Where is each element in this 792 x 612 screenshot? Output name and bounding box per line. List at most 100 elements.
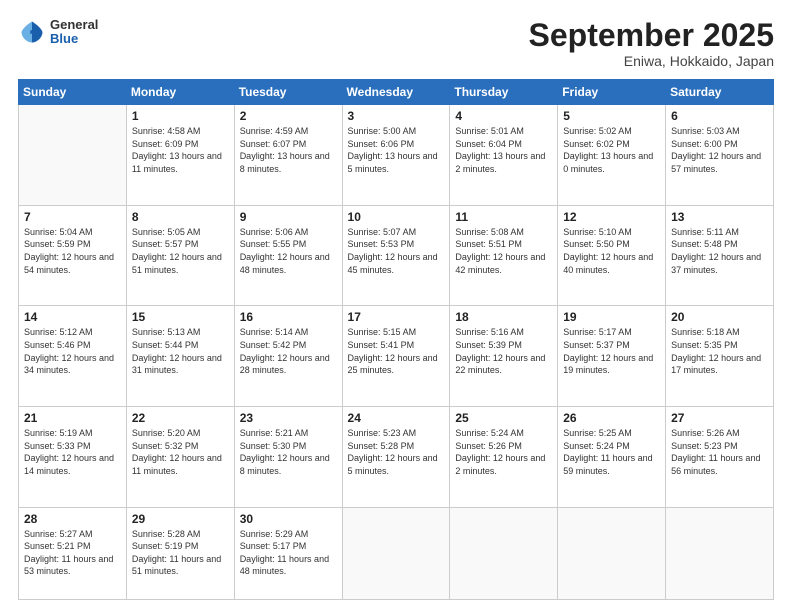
day-number: 2 — [240, 109, 337, 123]
calendar-cell: 24 Sunrise: 5:23 AMSunset: 5:28 PMDayligh… — [342, 406, 450, 507]
calendar-cell: 26 Sunrise: 5:25 AMSunset: 5:24 PMDayligh… — [558, 406, 666, 507]
calendar-cell: 20 Sunrise: 5:18 AMSunset: 5:35 PMDayligh… — [666, 306, 774, 407]
day-number: 3 — [348, 109, 445, 123]
day-info: Sunrise: 5:11 AMSunset: 5:48 PMDaylight:… — [671, 226, 768, 276]
calendar-cell: 15 Sunrise: 5:13 AMSunset: 5:44 PMDayligh… — [126, 306, 234, 407]
day-number: 27 — [671, 411, 768, 425]
day-info: Sunrise: 5:23 AMSunset: 5:28 PMDaylight:… — [348, 427, 445, 477]
calendar-cell: 23 Sunrise: 5:21 AMSunset: 5:30 PMDayligh… — [234, 406, 342, 507]
calendar-cell — [558, 507, 666, 600]
calendar-cell: 12Sunrise: 5:10 AMSunset: 5:50 PMDayligh… — [558, 205, 666, 306]
weekday-header-tuesday: Tuesday — [234, 80, 342, 105]
day-number: 21 — [24, 411, 121, 425]
day-number: 10 — [348, 210, 445, 224]
day-number: 13 — [671, 210, 768, 224]
calendar-cell: 18Sunrise: 5:16 AMSunset: 5:39 PMDayligh… — [450, 306, 558, 407]
day-info: Sunrise: 5:24 AMSunset: 5:26 PMDaylight:… — [455, 427, 552, 477]
day-number: 8 — [132, 210, 229, 224]
day-info: Sunrise: 4:58 AMSunset: 6:09 PMDaylight:… — [132, 125, 229, 175]
day-info: Sunrise: 5:01 AMSunset: 6:04 PMDaylight:… — [455, 125, 552, 175]
header: General Blue September 2025 Eniwa, Hokka… — [18, 18, 774, 69]
calendar-cell: 27Sunrise: 5:26 AMSunset: 5:23 PMDayligh… — [666, 406, 774, 507]
day-number: 6 — [671, 109, 768, 123]
calendar-cell — [342, 507, 450, 600]
day-number: 16 — [240, 310, 337, 324]
week-row-5: 28 Sunrise: 5:27 AMSunset: 5:21 PMDayligh… — [19, 507, 774, 600]
day-info: Sunrise: 5:00 AMSunset: 6:06 PMDaylight:… — [348, 125, 445, 175]
day-info: Sunrise: 5:12 AMSunset: 5:46 PMDaylight:… — [24, 326, 121, 376]
calendar-table: SundayMondayTuesdayWednesdayThursdayFrid… — [18, 79, 774, 600]
day-number: 19 — [563, 310, 660, 324]
week-row-3: 14 Sunrise: 5:12 AMSunset: 5:46 PMDayligh… — [19, 306, 774, 407]
weekday-header-saturday: Saturday — [666, 80, 774, 105]
day-number: 23 — [240, 411, 337, 425]
calendar-cell: 14 Sunrise: 5:12 AMSunset: 5:46 PMDayligh… — [19, 306, 127, 407]
weekday-header-thursday: Thursday — [450, 80, 558, 105]
day-number: 14 — [24, 310, 121, 324]
calendar-cell: 7 Sunrise: 5:04 AMSunset: 5:59 PMDaylight… — [19, 205, 127, 306]
title-block: September 2025 Eniwa, Hokkaido, Japan — [529, 18, 774, 69]
logo-general-text: General — [50, 18, 98, 32]
calendar-cell: 5Sunrise: 5:02 AMSunset: 6:02 PMDaylight… — [558, 105, 666, 206]
calendar-cell — [19, 105, 127, 206]
day-number: 30 — [240, 512, 337, 526]
day-number: 7 — [24, 210, 121, 224]
day-info: Sunrise: 5:19 AMSunset: 5:33 PMDaylight:… — [24, 427, 121, 477]
day-number: 25 — [455, 411, 552, 425]
day-info: Sunrise: 5:13 AMSunset: 5:44 PMDaylight:… — [132, 326, 229, 376]
day-number: 20 — [671, 310, 768, 324]
day-info: Sunrise: 5:07 AMSunset: 5:53 PMDaylight:… — [348, 226, 445, 276]
day-info: Sunrise: 5:17 AMSunset: 5:37 PMDaylight:… — [563, 326, 660, 376]
day-info: Sunrise: 4:59 AMSunset: 6:07 PMDaylight:… — [240, 125, 337, 175]
calendar-cell: 10 Sunrise: 5:07 AMSunset: 5:53 PMDayligh… — [342, 205, 450, 306]
day-info: Sunrise: 5:18 AMSunset: 5:35 PMDaylight:… — [671, 326, 768, 376]
day-number: 15 — [132, 310, 229, 324]
day-number: 4 — [455, 109, 552, 123]
week-row-4: 21 Sunrise: 5:19 AMSunset: 5:33 PMDayligh… — [19, 406, 774, 507]
day-info: Sunrise: 5:20 AMSunset: 5:32 PMDaylight:… — [132, 427, 229, 477]
calendar-cell: 25 Sunrise: 5:24 AMSunset: 5:26 PMDayligh… — [450, 406, 558, 507]
calendar-cell: 8 Sunrise: 5:05 AMSunset: 5:57 PMDaylight… — [126, 205, 234, 306]
calendar-cell: 2 Sunrise: 4:59 AMSunset: 6:07 PMDaylight… — [234, 105, 342, 206]
day-info: Sunrise: 5:04 AMSunset: 5:59 PMDaylight:… — [24, 226, 121, 276]
logo-text: General Blue — [50, 18, 98, 47]
calendar-cell: 9Sunrise: 5:06 AMSunset: 5:55 PMDaylight… — [234, 205, 342, 306]
calendar-cell: 30Sunrise: 5:29 AMSunset: 5:17 PMDayligh… — [234, 507, 342, 600]
weekday-header-wednesday: Wednesday — [342, 80, 450, 105]
day-info: Sunrise: 5:05 AMSunset: 5:57 PMDaylight:… — [132, 226, 229, 276]
day-number: 1 — [132, 109, 229, 123]
day-info: Sunrise: 5:27 AMSunset: 5:21 PMDaylight:… — [24, 528, 121, 578]
calendar-cell: 1 Sunrise: 4:58 AMSunset: 6:09 PMDaylight… — [126, 105, 234, 206]
day-info: Sunrise: 5:02 AMSunset: 6:02 PMDaylight:… — [563, 125, 660, 175]
day-info: Sunrise: 5:15 AMSunset: 5:41 PMDaylight:… — [348, 326, 445, 376]
day-number: 12 — [563, 210, 660, 224]
logo-blue-text: Blue — [50, 32, 98, 46]
week-row-1: 1 Sunrise: 4:58 AMSunset: 6:09 PMDaylight… — [19, 105, 774, 206]
page: General Blue September 2025 Eniwa, Hokka… — [0, 0, 792, 612]
day-info: Sunrise: 5:21 AMSunset: 5:30 PMDaylight:… — [240, 427, 337, 477]
day-info: Sunrise: 5:14 AMSunset: 5:42 PMDaylight:… — [240, 326, 337, 376]
day-number: 18 — [455, 310, 552, 324]
day-number: 17 — [348, 310, 445, 324]
day-number: 29 — [132, 512, 229, 526]
calendar-cell: 29Sunrise: 5:28 AMSunset: 5:19 PMDayligh… — [126, 507, 234, 600]
month-title: September 2025 — [529, 18, 774, 53]
calendar-cell: 16 Sunrise: 5:14 AMSunset: 5:42 PMDayligh… — [234, 306, 342, 407]
location-subtitle: Eniwa, Hokkaido, Japan — [529, 53, 774, 69]
calendar-cell: 17 Sunrise: 5:15 AMSunset: 5:41 PMDayligh… — [342, 306, 450, 407]
day-number: 24 — [348, 411, 445, 425]
day-number: 22 — [132, 411, 229, 425]
logo: General Blue — [18, 18, 98, 47]
logo-icon — [18, 18, 46, 46]
calendar-cell: 6Sunrise: 5:03 AMSunset: 6:00 PMDaylight… — [666, 105, 774, 206]
day-info: Sunrise: 5:25 AMSunset: 5:24 PMDaylight:… — [563, 427, 660, 477]
calendar-cell — [450, 507, 558, 600]
weekday-header-monday: Monday — [126, 80, 234, 105]
day-number: 28 — [24, 512, 121, 526]
calendar-cell: 4 Sunrise: 5:01 AMSunset: 6:04 PMDaylight… — [450, 105, 558, 206]
weekday-header-friday: Friday — [558, 80, 666, 105]
calendar-cell: 11Sunrise: 5:08 AMSunset: 5:51 PMDayligh… — [450, 205, 558, 306]
day-number: 26 — [563, 411, 660, 425]
day-number: 11 — [455, 210, 552, 224]
weekday-header-row: SundayMondayTuesdayWednesdayThursdayFrid… — [19, 80, 774, 105]
